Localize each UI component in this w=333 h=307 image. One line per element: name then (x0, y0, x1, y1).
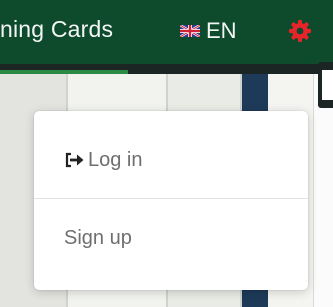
language-selector[interactable]: EN (180, 17, 237, 45)
dropdown-caret (241, 121, 265, 133)
top-nav-bar: ning Cards EN (0, 0, 333, 64)
login-menu-item[interactable]: Log in (34, 135, 308, 185)
signup-label: Sign up (64, 226, 132, 249)
sign-in-icon (65, 152, 84, 168)
gear-icon[interactable] (288, 19, 312, 43)
uk-flag-icon (180, 25, 200, 37)
login-label: Log in (88, 148, 143, 171)
card-panel (313, 74, 333, 307)
language-code: EN (206, 18, 237, 43)
signup-menu-item[interactable]: Sign up (34, 213, 308, 263)
app-title[interactable]: ning Cards (0, 16, 113, 43)
menu-divider (34, 198, 308, 199)
side-panel-inner (322, 70, 333, 100)
account-dropdown-menu: Log in Sign up (34, 111, 308, 290)
